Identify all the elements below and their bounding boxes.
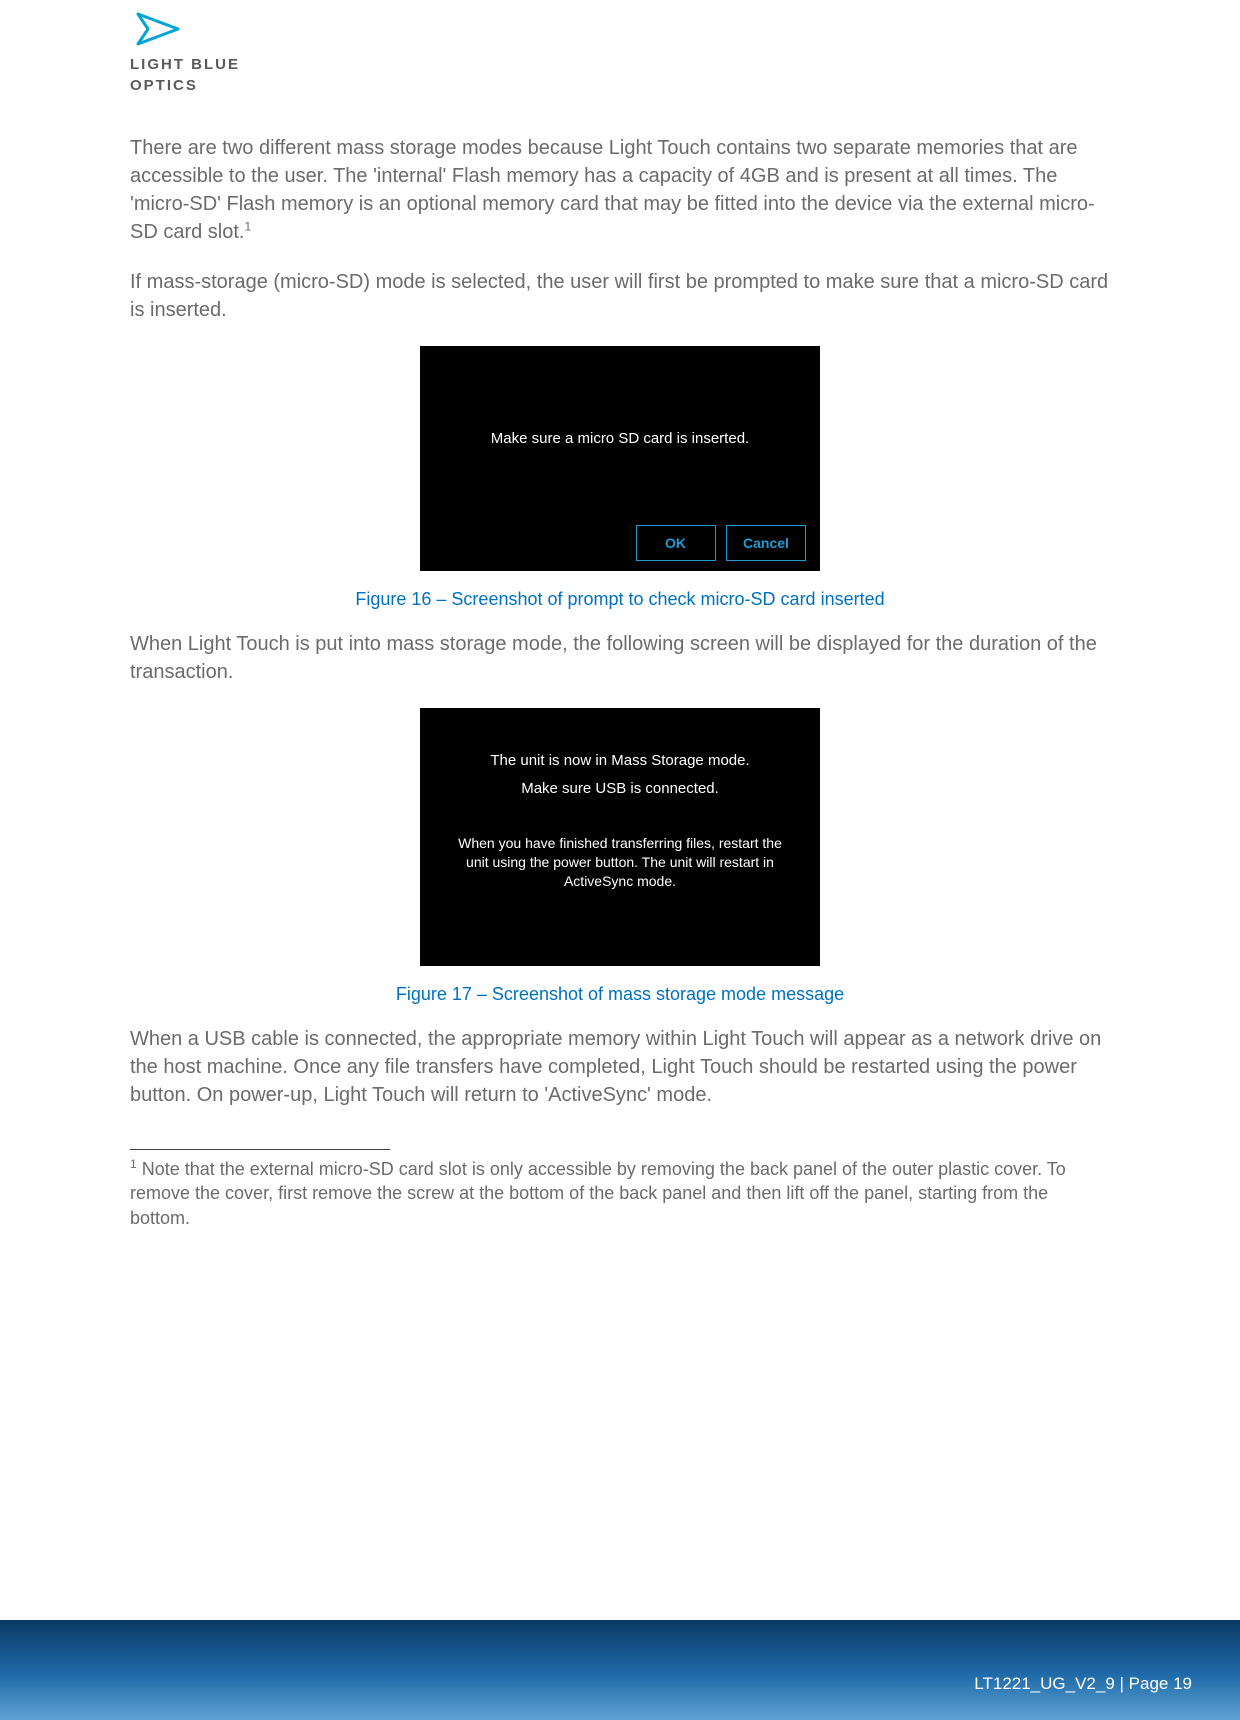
paragraph-1: There are two different mass storage mod… — [130, 134, 1110, 246]
footnote-marker: 1 — [130, 1157, 137, 1171]
footnote-1: 1 Note that the external micro-SD card s… — [130, 1156, 1110, 1230]
logo-block: LIGHT BLUE OPTICS — [130, 0, 1110, 134]
logo-icon — [130, 10, 190, 48]
footnote-text: Note that the external micro-SD card slo… — [130, 1159, 1066, 1228]
screenshot-2: The unit is now in Mass Storage mode. Ma… — [420, 708, 820, 966]
logo-text-line2: OPTICS — [130, 78, 1110, 95]
figure-16-caption: Figure 16 – Screenshot of prompt to chec… — [130, 589, 1110, 610]
screenshot-1: Make sure a micro SD card is inserted. O… — [420, 346, 820, 571]
screenshot-2-line2: Make sure USB is connected. — [420, 780, 820, 797]
screenshot-2-line1: The unit is now in Mass Storage mode. — [420, 752, 820, 769]
screenshot-1-buttons: OK Cancel — [630, 525, 806, 561]
ok-button[interactable]: OK — [636, 525, 716, 561]
cancel-button[interactable]: Cancel — [726, 525, 806, 561]
footnote-rule — [130, 1149, 390, 1150]
paragraph-1-text: There are two different mass storage mod… — [130, 137, 1095, 243]
paragraph-3: When Light Touch is put into mass storag… — [130, 630, 1110, 686]
logo-text-line1: LIGHT BLUE — [130, 57, 1110, 74]
paragraph-2: If mass-storage (micro-SD) mode is selec… — [130, 268, 1110, 324]
screenshot-2-line3: When you have finished transferring file… — [420, 834, 820, 891]
figure-17-caption: Figure 17 – Screenshot of mass storage m… — [130, 984, 1110, 1005]
screenshot-1-message: Make sure a micro SD card is inserted. — [420, 430, 820, 447]
footer-text: LT1221_UG_V2_9 | Page 19 — [974, 1674, 1192, 1694]
page-content: LIGHT BLUE OPTICS There are two differen… — [0, 0, 1240, 1560]
footnote-ref-1: 1 — [244, 219, 251, 233]
paragraph-4: When a USB cable is connected, the appro… — [130, 1025, 1110, 1109]
footer-bar: LT1221_UG_V2_9 | Page 19 — [0, 1620, 1240, 1720]
